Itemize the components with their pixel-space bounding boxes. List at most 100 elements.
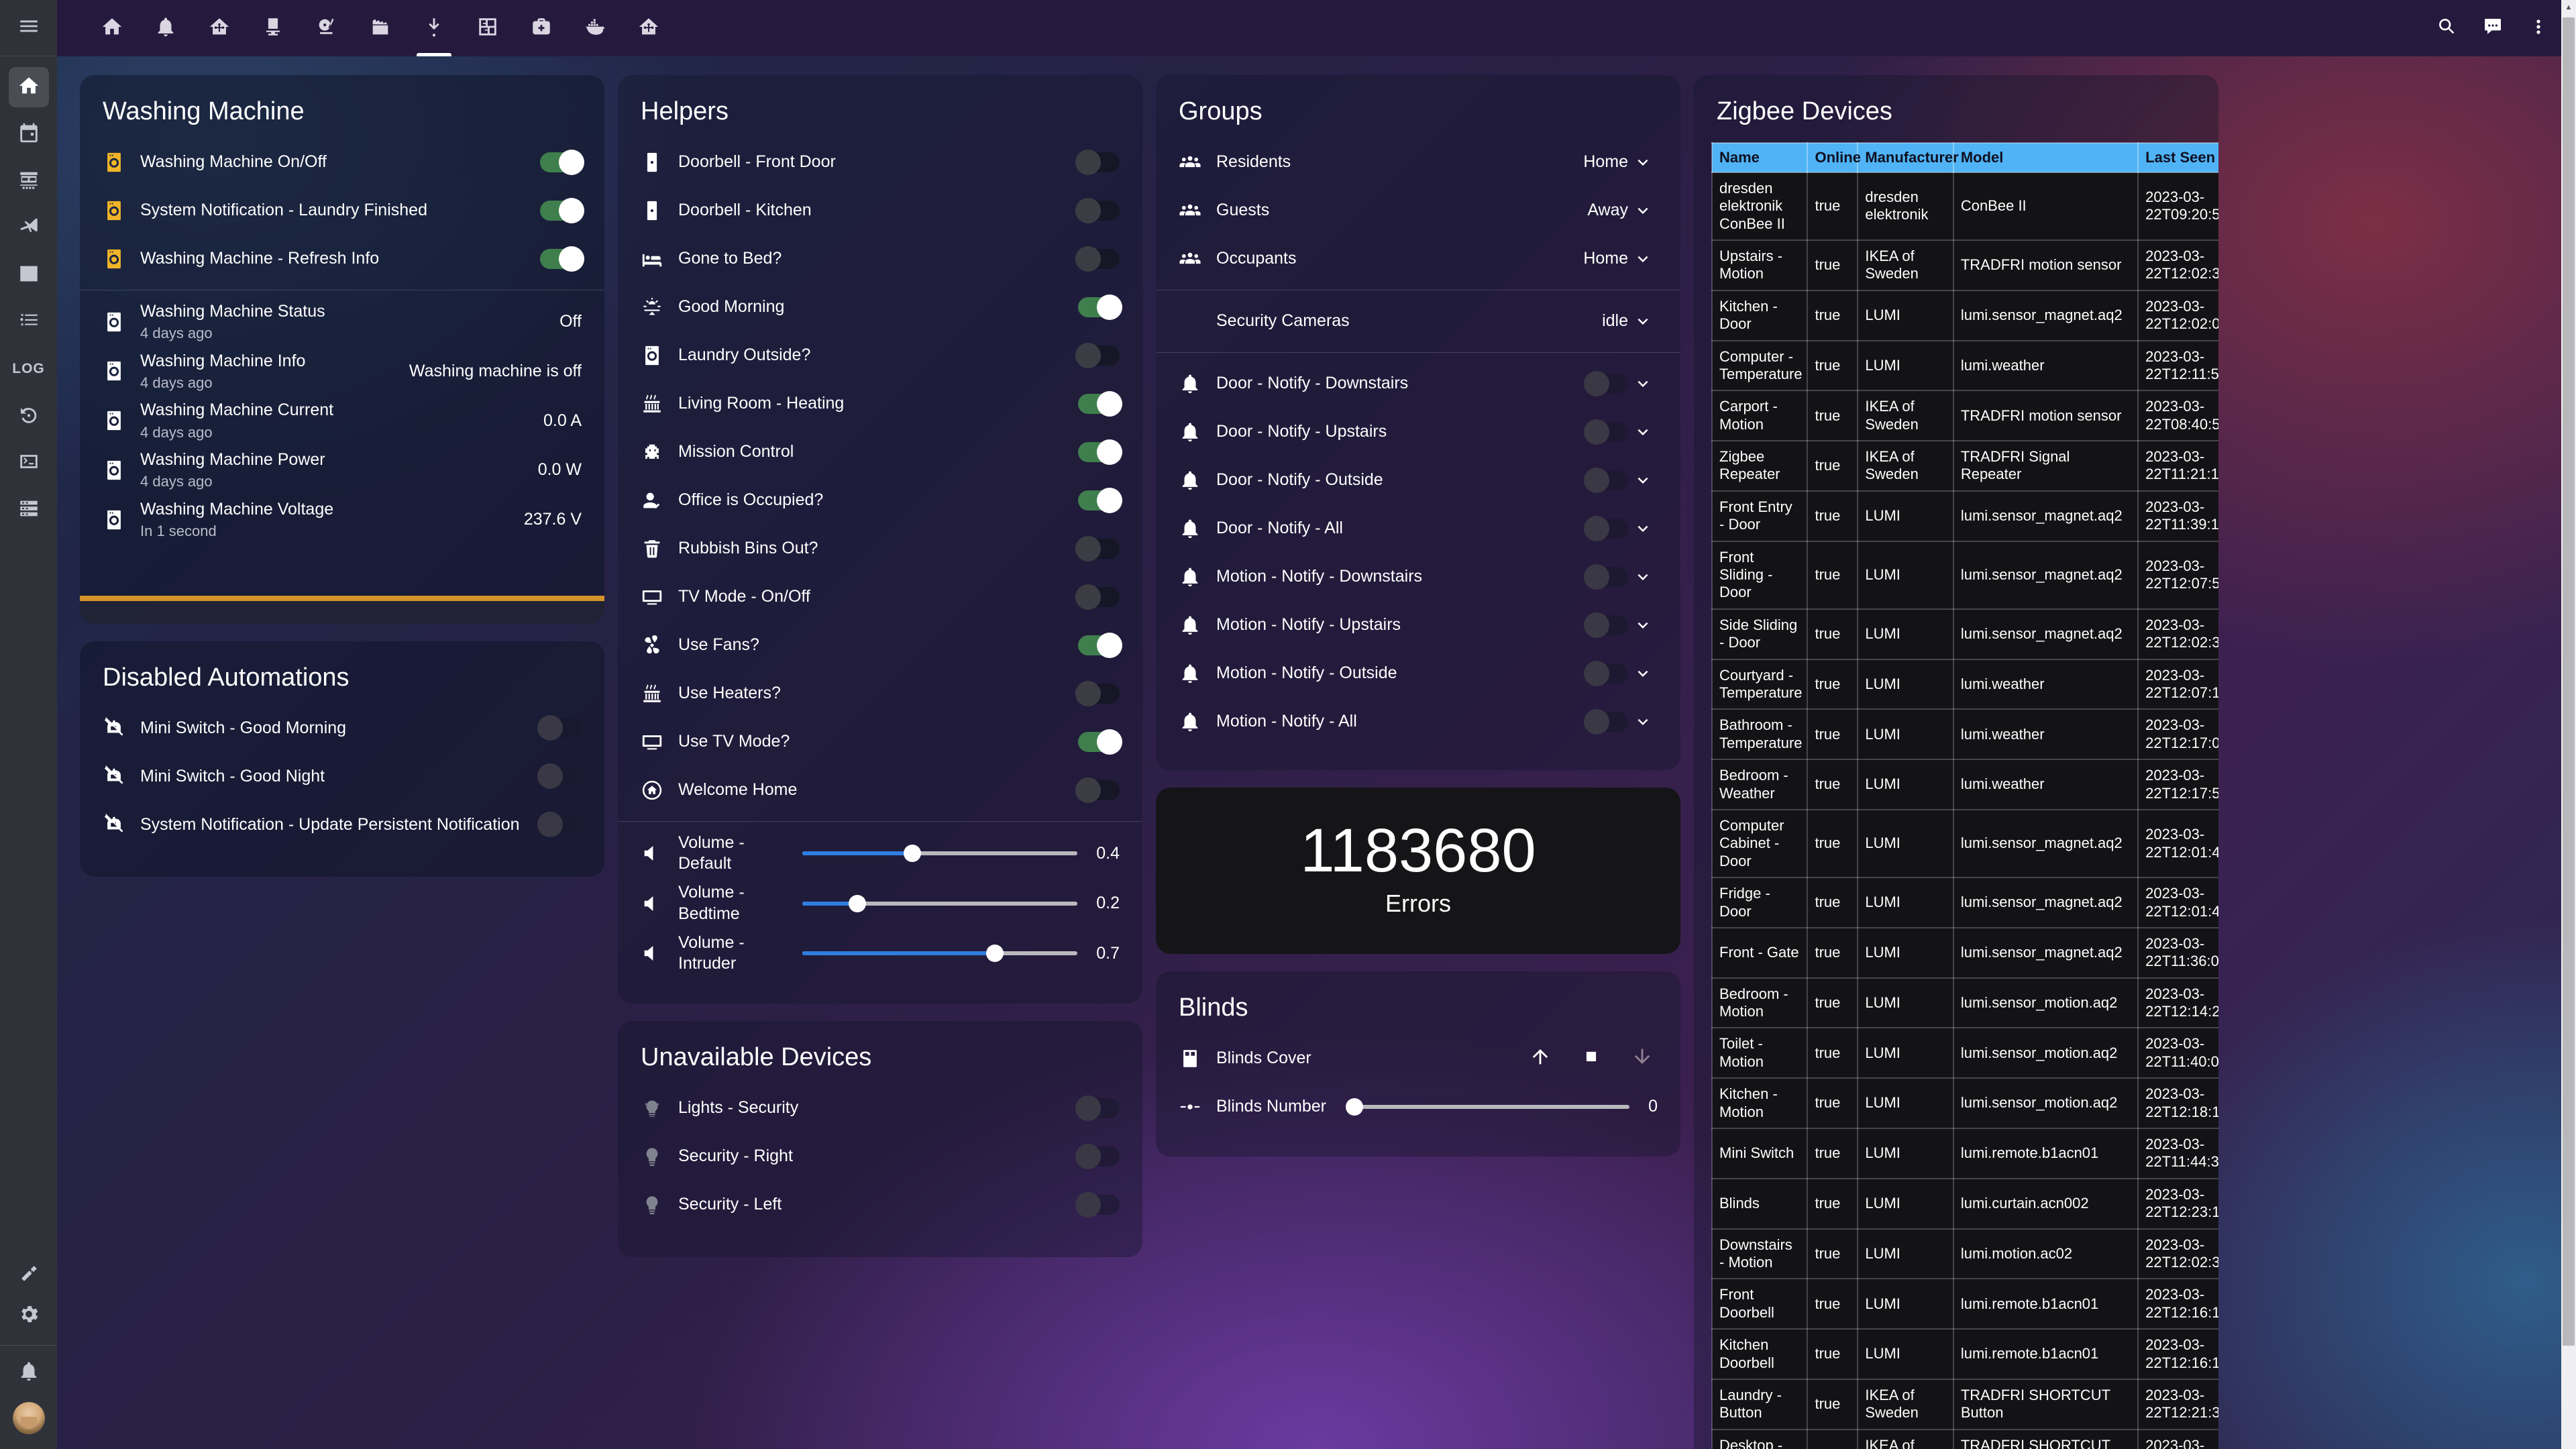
- overflow-menu-button[interactable]: [2528, 16, 2549, 41]
- toggle-switch[interactable]: [1078, 394, 1120, 414]
- card-errors[interactable]: 1183680 Errors: [1156, 788, 1680, 954]
- list-item[interactable]: Motion - Notify - Outside: [1156, 649, 1680, 698]
- tab-devices[interactable]: [246, 0, 300, 56]
- list-item[interactable]: Motion - Notify - Downstairs: [1156, 553, 1680, 601]
- search-button[interactable]: [2436, 16, 2458, 41]
- toggle-switch[interactable]: [1078, 297, 1120, 317]
- volume-bedtime-slider[interactable]: [796, 902, 1084, 906]
- list-item[interactable]: Volume - Bedtime 0.2: [618, 878, 1142, 928]
- sidebar-item-hacs[interactable]: [9, 161, 49, 201]
- tab-floorplan[interactable]: [461, 0, 515, 56]
- toggle-switch[interactable]: [1587, 712, 1628, 732]
- toggle-switch[interactable]: [1587, 567, 1628, 587]
- toggle-switch[interactable]: [1078, 684, 1120, 704]
- toggle-switch[interactable]: [1078, 201, 1120, 221]
- toggle-switch[interactable]: [1078, 152, 1120, 172]
- sidebar-item-developer-tools[interactable]: [9, 1255, 49, 1295]
- list-item[interactable]: Door - Notify - Downstairs: [1156, 360, 1680, 408]
- toggle-switch[interactable]: [540, 814, 582, 835]
- chevron-down-icon[interactable]: [1628, 663, 1658, 684]
- list-item[interactable]: Washing Machine - Refresh Info: [80, 235, 604, 283]
- scrollbar-thumb[interactable]: [2563, 17, 2575, 1346]
- toggle-switch[interactable]: [1078, 780, 1120, 800]
- tab-system[interactable]: [622, 0, 676, 56]
- chevron-down-icon[interactable]: [1628, 712, 1658, 732]
- toggle-switch[interactable]: [1078, 1195, 1120, 1215]
- toggle-switch[interactable]: [540, 766, 582, 786]
- tab-docker[interactable]: [568, 0, 622, 56]
- toggle-switch[interactable]: [1587, 422, 1628, 442]
- tab-health[interactable]: [515, 0, 568, 56]
- list-item[interactable]: Mini Switch - Good Morning: [80, 704, 604, 752]
- list-item[interactable]: Washing Machine Current 4 days ago 0.0 A: [80, 396, 604, 445]
- list-item[interactable]: Use Fans?: [618, 621, 1142, 669]
- toggle-switch[interactable]: [1078, 1098, 1120, 1118]
- list-item[interactable]: Residents Home: [1156, 138, 1680, 186]
- list-item[interactable]: Washing Machine Voltage In 1 second 237.…: [80, 495, 604, 545]
- column-header-name[interactable]: Name: [1712, 143, 1807, 172]
- page-scrollbar[interactable]: ▲: [2561, 0, 2576, 1449]
- toggle-switch[interactable]: [1587, 663, 1628, 684]
- sidebar-item-server[interactable]: [9, 490, 49, 530]
- volume-intruder-slider[interactable]: [796, 951, 1084, 955]
- list-item[interactable]: Washing Machine Status 4 days ago Off: [80, 297, 604, 347]
- chevron-down-icon[interactable]: [1628, 615, 1658, 635]
- list-item[interactable]: Door - Notify - All: [1156, 504, 1680, 553]
- list-item[interactable]: Lights - Security: [618, 1084, 1142, 1132]
- sidebar-item-log[interactable]: LOG: [9, 349, 49, 389]
- tab-home[interactable]: [85, 0, 139, 56]
- chevron-down-icon[interactable]: [1628, 311, 1658, 331]
- list-item[interactable]: Laundry Outside?: [618, 331, 1142, 380]
- toggle-switch[interactable]: [540, 718, 582, 738]
- tab-media[interactable]: [300, 0, 354, 56]
- column-header-manufacturer[interactable]: Manufacturer: [1858, 143, 1953, 172]
- chevron-down-icon[interactable]: [1628, 470, 1658, 490]
- toggle-switch[interactable]: [1078, 249, 1120, 269]
- sidebar-item-history[interactable]: [9, 255, 49, 295]
- toggle-switch[interactable]: [1587, 374, 1628, 394]
- volume-default-slider[interactable]: [796, 851, 1084, 855]
- tab-alerts[interactable]: [139, 0, 193, 56]
- list-item[interactable]: System Notification - Laundry Finished: [80, 186, 604, 235]
- toggle-switch[interactable]: [1078, 587, 1120, 607]
- list-item[interactable]: Motion - Notify - All: [1156, 698, 1680, 746]
- toggle-switch[interactable]: [1078, 635, 1120, 655]
- sidebar-item-calendar[interactable]: [9, 114, 49, 154]
- list-item[interactable]: System Notification - Update Persistent …: [80, 800, 604, 849]
- sidebar-item-logbook[interactable]: [9, 302, 49, 342]
- toggle-switch[interactable]: [540, 249, 582, 269]
- list-item[interactable]: Use Heaters?: [618, 669, 1142, 718]
- list-item[interactable]: Washing Machine Power 4 days ago 0.0 W: [80, 445, 604, 495]
- cover-stop-button[interactable]: [1580, 1045, 1603, 1071]
- list-item[interactable]: Guests Away: [1156, 186, 1680, 235]
- list-item[interactable]: Volume - Default 0.4: [618, 828, 1142, 879]
- sidebar-item-notifications[interactable]: [9, 1352, 49, 1393]
- chevron-down-icon[interactable]: [1628, 422, 1658, 442]
- sidebar-item-vscode[interactable]: [9, 208, 49, 248]
- cover-close-button[interactable]: [1631, 1045, 1654, 1071]
- list-item[interactable]: TV Mode - On/Off: [618, 573, 1142, 621]
- tab-downloads[interactable]: [407, 0, 461, 56]
- list-item[interactable]: Doorbell - Kitchen: [618, 186, 1142, 235]
- sidebar-item-home[interactable]: [9, 67, 49, 107]
- column-header-last-seen[interactable]: Last Seen: [2138, 143, 2218, 172]
- list-item[interactable]: Security - Left: [618, 1181, 1142, 1229]
- cover-open-button[interactable]: [1529, 1045, 1552, 1071]
- list-item[interactable]: Mini Switch - Good Night: [80, 752, 604, 800]
- column-header-online[interactable]: Online: [1807, 143, 1858, 172]
- chevron-down-icon[interactable]: [1628, 519, 1658, 539]
- assist-button[interactable]: [2482, 16, 2504, 41]
- list-item[interactable]: Welcome Home: [618, 766, 1142, 814]
- toggle-switch[interactable]: [1587, 519, 1628, 539]
- blinds-number-slider[interactable]: [1348, 1105, 1636, 1109]
- list-item[interactable]: Security - Right: [618, 1132, 1142, 1181]
- list-item[interactable]: Door - Notify - Upstairs: [1156, 408, 1680, 456]
- toggle-switch[interactable]: [1078, 539, 1120, 559]
- list-item[interactable]: Occupants Home: [1156, 235, 1680, 283]
- sidebar-item-backup[interactable]: [9, 396, 49, 436]
- chevron-down-icon[interactable]: [1628, 567, 1658, 587]
- avatar[interactable]: [13, 1402, 45, 1434]
- sidebar-item-settings[interactable]: [9, 1295, 49, 1336]
- toggle-switch[interactable]: [1587, 615, 1628, 635]
- sidebar-item-terminal[interactable]: [9, 443, 49, 483]
